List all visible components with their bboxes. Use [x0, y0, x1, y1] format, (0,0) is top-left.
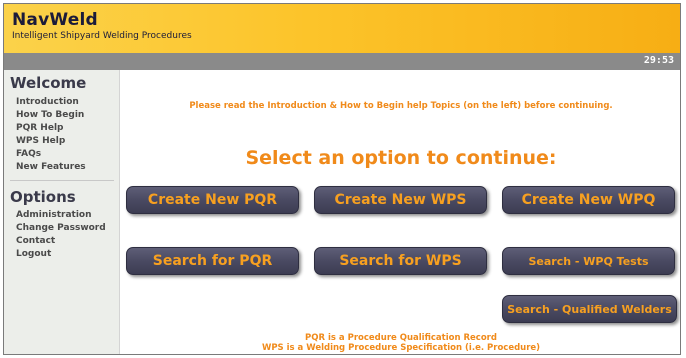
session-bar: 29:53 [4, 53, 680, 70]
sidebar-link-introduction[interactable]: Introduction [16, 97, 79, 107]
search-pqr-button[interactable]: Search for PQR [126, 247, 299, 275]
sidebar-link-how-to-begin[interactable]: How To Begin [16, 110, 84, 120]
sidebar-link-administration[interactable]: Administration [16, 210, 92, 220]
search-wpq-tests-button[interactable]: Search - WPQ Tests [502, 247, 675, 275]
search-wps-button[interactable]: Search for WPS [314, 247, 487, 275]
sidebar-link-contact[interactable]: Contact [16, 236, 55, 246]
sidebar-divider [10, 180, 114, 181]
sidebar-link-pqr-help[interactable]: PQR Help [16, 123, 63, 133]
create-new-pqr-button[interactable]: Create New PQR [126, 186, 299, 214]
wps-definition: WPS is a Welding Procedure Specification… [261, 343, 541, 353]
app-window: NavWeld Intelligent Shipyard Welding Pro… [3, 3, 681, 355]
app-subtitle: Intelligent Shipyard Welding Procedures [12, 31, 192, 41]
pqr-definition: PQR is a Procedure Qualification Record [305, 333, 497, 343]
sidebar-link-change-password[interactable]: Change Password [16, 223, 106, 233]
sidebar-link-faqs[interactable]: FAQs [16, 149, 41, 159]
main-content: Please read the Introduction & How to Be… [120, 70, 680, 354]
sidebar-link-logout[interactable]: Logout [16, 249, 51, 259]
app-title: NavWeld [12, 10, 98, 30]
sidebar-link-wps-help[interactable]: WPS Help [16, 136, 65, 146]
app-header: NavWeld Intelligent Shipyard Welding Pro… [4, 4, 680, 53]
create-new-wps-button[interactable]: Create New WPS [314, 186, 487, 214]
sidebar-link-new-features[interactable]: New Features [16, 162, 86, 172]
create-new-wpq-button[interactable]: Create New WPQ [502, 186, 675, 214]
welcome-heading: Welcome [10, 74, 87, 92]
sidebar: Welcome Introduction How To Begin PQR He… [4, 70, 120, 354]
options-heading: Options [10, 188, 76, 206]
intro-instructions: Please read the Introduction & How to Be… [189, 101, 613, 111]
search-qualified-welders-button[interactable]: Search - Qualified Welders [502, 295, 677, 323]
select-option-heading: Select an option to continue: [245, 147, 557, 169]
session-timer: 29:53 [643, 55, 674, 66]
